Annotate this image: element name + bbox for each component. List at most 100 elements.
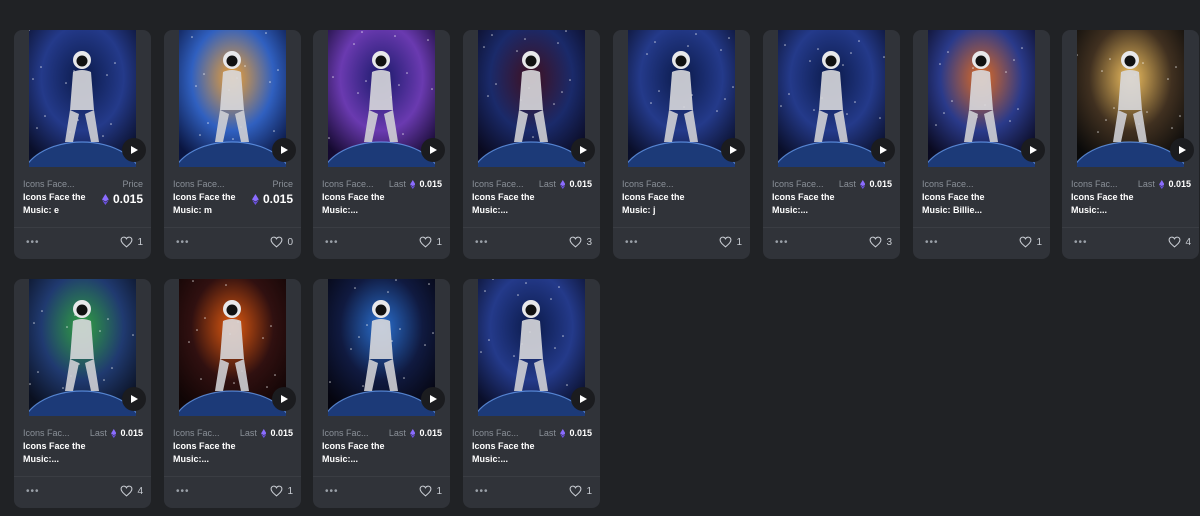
nft-artwork[interactable]: [1077, 30, 1184, 167]
last-sale-value: 0.015: [569, 428, 592, 438]
nft-title[interactable]: Icons Face the Music:...: [322, 191, 392, 217]
play-button[interactable]: [871, 138, 895, 162]
nft-card[interactable]: Icons Face... Icons Face the Music:... L…: [313, 30, 450, 259]
nft-title[interactable]: Icons Face the Music: Billie...: [922, 191, 992, 217]
nft-card[interactable]: Icons Face... Icons Face the Music:... L…: [463, 30, 600, 259]
more-options-icon[interactable]: •••: [925, 238, 939, 248]
play-button[interactable]: [122, 387, 146, 411]
favorite-button[interactable]: 3: [869, 236, 892, 248]
last-sale-label: Last: [538, 179, 556, 189]
nft-artwork[interactable]: [328, 279, 435, 416]
nft-title[interactable]: Icons Face the Music:...: [772, 191, 842, 217]
favorite-button[interactable]: 1: [270, 485, 293, 497]
more-options-icon[interactable]: •••: [1074, 238, 1088, 248]
nft-artwork[interactable]: [778, 30, 885, 167]
ethereum-icon: [859, 179, 866, 189]
play-button[interactable]: [571, 387, 595, 411]
collection-name[interactable]: Icons Face...: [922, 179, 974, 189]
favorite-button[interactable]: 1: [419, 236, 442, 248]
play-button[interactable]: [721, 138, 745, 162]
favorite-button[interactable]: 1: [719, 236, 742, 248]
nft-title[interactable]: Icons Face the Music:...: [23, 440, 93, 466]
nft-card[interactable]: Icons Fac... Icons Face the Music:... La…: [463, 279, 600, 508]
last-sale-label: Last: [1137, 179, 1155, 189]
nft-card[interactable]: Icons Face... Icons Face the Music: Bill…: [913, 30, 1050, 259]
collection-name[interactable]: Icons Fac...: [23, 428, 70, 438]
nft-title[interactable]: Icons Face the Music:...: [472, 191, 542, 217]
collection-name[interactable]: Icons Face...: [622, 179, 674, 189]
nft-card[interactable]: Icons Face... Icons Face the Music: m Pr…: [164, 30, 301, 259]
nft-artwork[interactable]: [179, 279, 286, 416]
more-options-icon[interactable]: •••: [325, 487, 339, 497]
nft-title[interactable]: Icons Face the Music: e: [23, 191, 93, 217]
nft-card[interactable]: Icons Fac... Icons Face the Music:... La…: [14, 279, 151, 508]
play-button[interactable]: [272, 387, 296, 411]
favorite-button[interactable]: 1: [419, 485, 442, 497]
nft-title[interactable]: Icons Face the Music: j: [622, 191, 692, 217]
play-button[interactable]: [1170, 138, 1194, 162]
play-button[interactable]: [1021, 138, 1045, 162]
more-options-icon[interactable]: •••: [625, 238, 639, 248]
nft-title[interactable]: Icons Face the Music: m: [173, 191, 243, 217]
favorite-button[interactable]: 1: [1019, 236, 1042, 248]
play-button[interactable]: [421, 138, 445, 162]
card-divider: [913, 227, 1050, 228]
ethereum-icon: [559, 179, 566, 189]
nft-card[interactable]: Icons Face... Icons Face the Music:... L…: [763, 30, 900, 259]
nft-card[interactable]: Icons Fac... Icons Face the Music:... La…: [1062, 30, 1199, 259]
nft-card[interactable]: Icons Face... Icons Face the Music: j ••…: [613, 30, 750, 259]
collection-name[interactable]: Icons Face...: [472, 179, 524, 189]
favorite-button[interactable]: 4: [1168, 236, 1191, 248]
more-options-icon[interactable]: •••: [325, 238, 339, 248]
more-options-icon[interactable]: •••: [775, 238, 789, 248]
play-button[interactable]: [421, 387, 445, 411]
more-options-icon[interactable]: •••: [176, 238, 190, 248]
collection-name[interactable]: Icons Fac...: [1071, 179, 1118, 189]
more-options-icon[interactable]: •••: [26, 487, 40, 497]
play-button[interactable]: [272, 138, 296, 162]
card-divider: [463, 227, 600, 228]
like-count: 3: [886, 236, 892, 248]
nft-card[interactable]: Icons Fac... Icons Face the Music:... La…: [164, 279, 301, 508]
collection-name[interactable]: Icons Face...: [173, 179, 225, 189]
nft-title[interactable]: Icons Face the Music:...: [472, 440, 542, 466]
price-value: 0.015: [262, 192, 293, 206]
nft-title[interactable]: Icons Face the Music:...: [1071, 191, 1141, 217]
favorite-button[interactable]: 0: [270, 236, 293, 248]
more-options-icon[interactable]: •••: [475, 487, 489, 497]
nft-artwork[interactable]: [179, 30, 286, 167]
favorite-button[interactable]: 1: [120, 236, 143, 248]
nft-title[interactable]: Icons Face the Music:...: [322, 440, 392, 466]
collection-name[interactable]: Icons Fac...: [472, 428, 519, 438]
collection-name[interactable]: Icons Fac...: [173, 428, 220, 438]
play-button[interactable]: [122, 138, 146, 162]
nft-title[interactable]: Icons Face the Music:...: [173, 440, 243, 466]
heart-icon: [120, 485, 133, 497]
last-sale-value: 0.015: [1168, 179, 1191, 189]
last-sale-value: 0.015: [270, 428, 293, 438]
nft-card[interactable]: Icons Fac... Icons Face the Music:... La…: [313, 279, 450, 508]
favorite-button[interactable]: 4: [120, 485, 143, 497]
more-options-icon[interactable]: •••: [475, 238, 489, 248]
nft-card[interactable]: Icons Face... Icons Face the Music: e Pr…: [14, 30, 151, 259]
nft-artwork[interactable]: [29, 30, 136, 167]
play-icon: [1179, 146, 1186, 154]
collection-name[interactable]: Icons Face...: [772, 179, 824, 189]
play-button[interactable]: [571, 138, 595, 162]
nft-artwork[interactable]: [29, 279, 136, 416]
nft-artwork[interactable]: [478, 30, 585, 167]
favorite-button[interactable]: 1: [569, 485, 592, 497]
collection-name[interactable]: Icons Fac...: [322, 428, 369, 438]
collection-name[interactable]: Icons Face...: [322, 179, 374, 189]
collection-name[interactable]: Icons Face...: [23, 179, 75, 189]
more-options-icon[interactable]: •••: [26, 238, 40, 248]
heart-icon: [270, 236, 283, 248]
card-divider: [164, 476, 301, 477]
nft-artwork[interactable]: [328, 30, 435, 167]
like-count: 1: [586, 485, 592, 497]
more-options-icon[interactable]: •••: [176, 487, 190, 497]
nft-artwork[interactable]: [628, 30, 735, 167]
favorite-button[interactable]: 3: [569, 236, 592, 248]
nft-artwork[interactable]: [478, 279, 585, 416]
nft-artwork[interactable]: [928, 30, 1035, 167]
